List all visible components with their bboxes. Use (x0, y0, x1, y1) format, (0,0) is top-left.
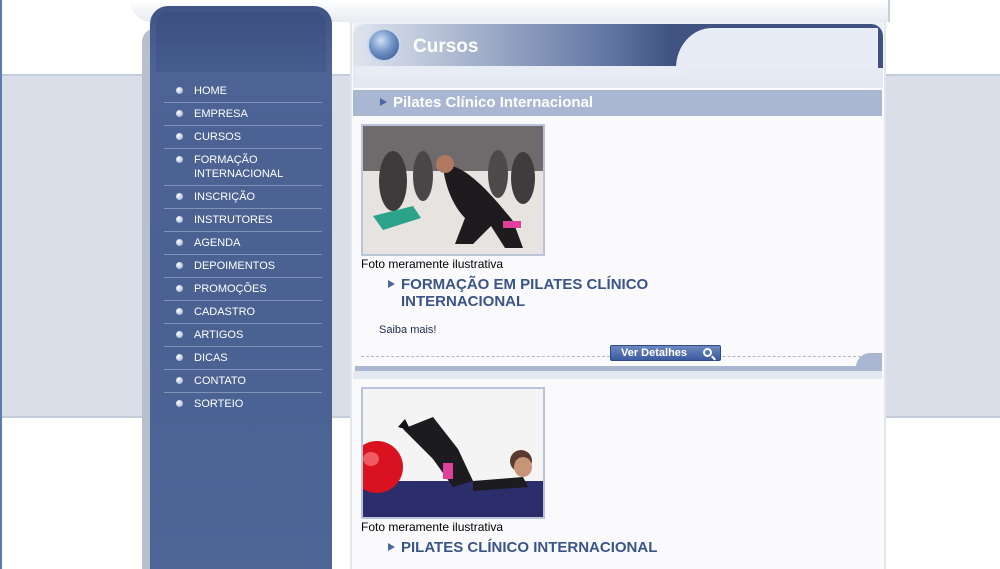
item-separator (353, 371, 882, 379)
nav-item-label: INSTRUTORES (194, 214, 273, 226)
nav-item-promocoes[interactable]: PROMOÇÕES (164, 278, 322, 301)
nav-item-label: SORTEIO (194, 398, 244, 410)
magnifier-icon (703, 348, 712, 357)
nav-item-label: CADASTRO (194, 306, 256, 318)
nav-item-label: EMPRESA (194, 108, 248, 120)
section-heading-text: Pilates Clínico Internacional (393, 94, 594, 111)
ver-detalhes-label: Ver Detalhes (621, 347, 688, 359)
nav-item-label: FORMAÇÃO INTERNACIONAL (194, 154, 284, 180)
nav-item-inscricao[interactable]: INSCRIÇÃO (164, 186, 322, 209)
nav-item-home[interactable]: HOME (164, 80, 322, 103)
bullet-icon (176, 354, 183, 361)
course-title-text: PILATES CLÍNICO INTERNACIONAL (401, 539, 658, 556)
nav-item-depoimentos[interactable]: DEPOIMENTOS (164, 255, 322, 278)
section-heading: Pilates Clínico Internacional (353, 90, 882, 116)
header-decoration (676, 28, 878, 68)
nav-item-label: DEPOIMENTOS (194, 260, 276, 272)
nav-item-label: AGENDA (194, 237, 241, 249)
bullet-icon (176, 285, 183, 292)
bullet-icon (176, 400, 183, 407)
nav-item-agenda[interactable]: AGENDA (164, 232, 322, 255)
course-photo-image (363, 389, 543, 517)
bullet-icon (176, 331, 183, 338)
nav-item-artigos[interactable]: ARTIGOS (164, 324, 322, 347)
course-photo-image (363, 126, 543, 254)
nav-item-label: HOME (194, 85, 227, 97)
nav-item-label: ARTIGOS (194, 329, 244, 341)
bullet-icon (176, 216, 183, 223)
course-title-text: FORMAÇÃO EM PILATES CLÍNICO INTERNACIONA… (401, 276, 649, 310)
main-nav: HOME EMPRESA CURSOS FORMAÇÃO INTERNACION… (164, 80, 322, 415)
bullet-icon (176, 308, 183, 315)
photo-caption: Foto meramente ilustrativa (361, 520, 504, 534)
nav-item-label: PROMOÇÕES (194, 283, 267, 295)
nav-item-cursos[interactable]: CURSOS (164, 126, 322, 149)
nav-item-cadastro[interactable]: CADASTRO (164, 301, 322, 324)
bullet-icon (176, 193, 183, 200)
bullet-icon (176, 377, 183, 384)
nav-item-contato[interactable]: CONTATO (164, 370, 322, 393)
photo-caption: Foto meramente ilustrativa (361, 257, 504, 271)
course-photo[interactable] (361, 124, 545, 256)
nav-item-instrutores[interactable]: INSTRUTORES (164, 209, 322, 232)
nav-item-sorteio[interactable]: SORTEIO (164, 393, 322, 415)
nav-item-empresa[interactable]: EMPRESA (164, 103, 322, 126)
nav-item-label: CONTATO (194, 375, 246, 387)
course-title-link[interactable]: FORMAÇÃO EM PILATES CLÍNICO INTERNACIONA… (388, 276, 701, 310)
course-photo[interactable] (361, 387, 545, 519)
course-title-link[interactable]: PILATES CLÍNICO INTERNACIONAL (388, 539, 701, 556)
bullet-icon (176, 87, 183, 94)
nav-item-label: DICAS (194, 352, 228, 364)
saiba-mais-link[interactable]: Saiba mais! (379, 324, 436, 336)
globe-icon (367, 28, 401, 62)
arrow-right-icon (388, 280, 395, 288)
bullet-icon (176, 110, 183, 117)
header-decoration (353, 66, 683, 76)
bullet-icon (176, 262, 183, 269)
nav-item-label: CURSOS (194, 131, 242, 143)
arrow-right-icon (380, 98, 387, 106)
nav-item-dicas[interactable]: DICAS (164, 347, 322, 370)
ver-detalhes-button[interactable]: Ver Detalhes (610, 345, 721, 361)
nav-item-formacao-internacional[interactable]: FORMAÇÃO INTERNACIONAL (164, 149, 322, 186)
bullet-icon (176, 156, 183, 163)
bullet-icon (176, 133, 183, 140)
bullet-icon (176, 239, 183, 246)
arrow-right-icon (388, 543, 395, 551)
page-title: Cursos (413, 36, 479, 57)
nav-item-label: INSCRIÇÃO (194, 191, 256, 203)
